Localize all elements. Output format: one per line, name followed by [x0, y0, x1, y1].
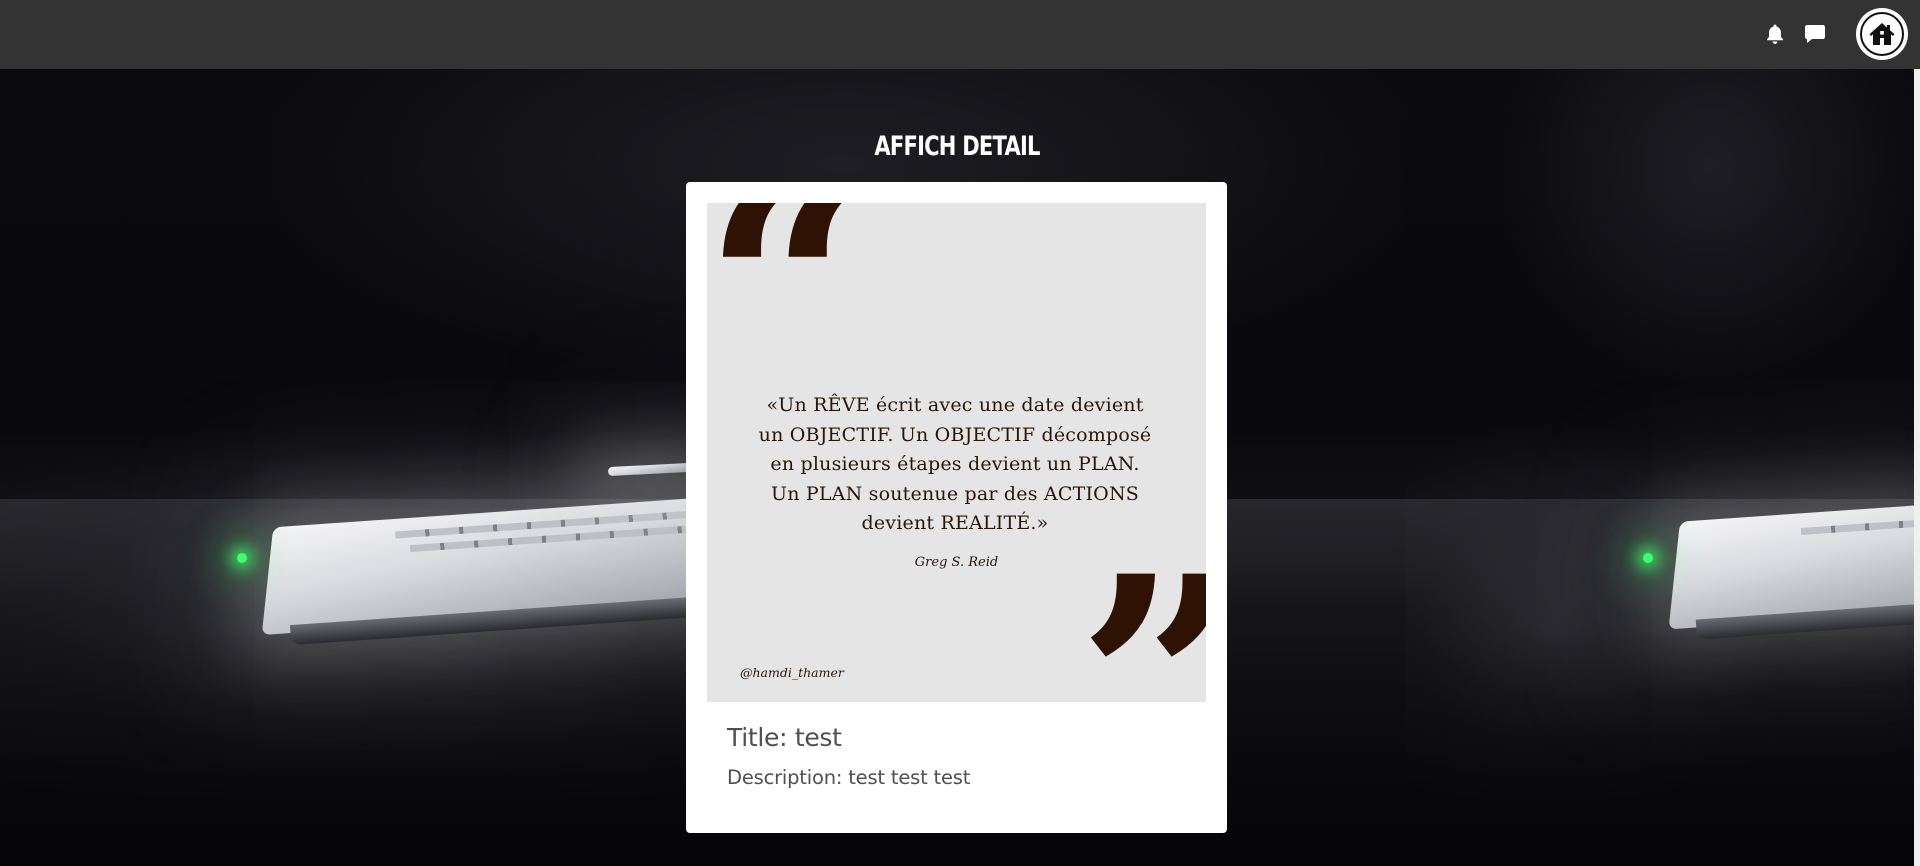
close-quote-mark: ” [1077, 514, 1206, 702]
home-button-ring [1860, 12, 1904, 56]
page-scrollbar[interactable] [1914, 69, 1920, 866]
background-light [607, 462, 691, 477]
chat-icon [1805, 25, 1825, 43]
top-navbar [0, 0, 1920, 69]
home-icon [1869, 23, 1895, 45]
background-led [237, 553, 247, 563]
card-title: Title: test [727, 723, 842, 752]
page-title: AFFICH DETAIL [874, 131, 1040, 162]
notifications-button[interactable] [1760, 19, 1790, 49]
quote-handle: @hamdi_thamer [740, 665, 844, 680]
home-button[interactable] [1856, 8, 1908, 60]
affiche-detail-card: “ «Un RÊVE écrit avec une date devient u… [686, 182, 1227, 833]
messages-button[interactable] [1800, 19, 1830, 49]
navbar-actions [1760, 8, 1908, 60]
affiche-image: “ «Un RÊVE écrit avec une date devient u… [707, 203, 1206, 702]
background-led [1643, 553, 1653, 563]
bell-icon [1767, 24, 1783, 44]
card-description: Description: test test test [727, 766, 971, 789]
background-tile [1406, 69, 1914, 866]
